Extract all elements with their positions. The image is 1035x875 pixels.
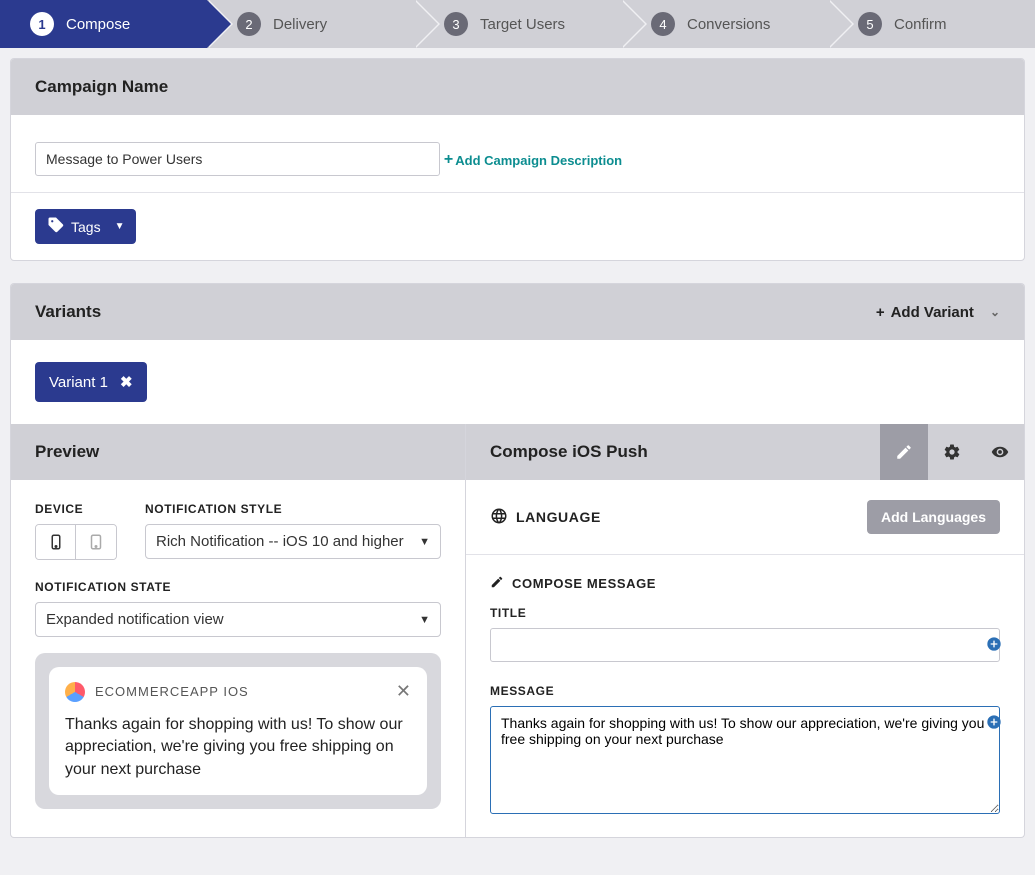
step-num: 1 <box>30 12 54 36</box>
step-num: 5 <box>858 12 882 36</box>
app-icon <box>65 682 85 702</box>
language-label: LANGUAGE <box>516 509 601 525</box>
device-tablet-option[interactable] <box>76 525 116 559</box>
add-languages-button[interactable]: Add Languages <box>867 500 1000 534</box>
step-target-users[interactable]: 3 Target Users <box>414 0 621 48</box>
device-label: DEVICE <box>35 502 117 516</box>
add-description-label: Add Campaign Description <box>455 153 622 168</box>
step-label: Confirm <box>894 16 947 33</box>
state-value: Expanded notification view <box>46 611 224 628</box>
campaign-card: Campaign Name + Add Campaign Description… <box>10 58 1025 261</box>
state-label: NOTIFICATION STATE <box>35 580 441 594</box>
step-confirm[interactable]: 5 Confirm <box>828 0 1035 48</box>
close-icon[interactable]: ✕ <box>396 681 411 702</box>
campaign-header: Campaign Name <box>11 59 1024 115</box>
chevron-down-icon: ▼ <box>419 614 430 626</box>
preview-header: Preview <box>11 424 465 480</box>
step-label: Target Users <box>480 16 565 33</box>
tags-label: Tags <box>71 219 101 235</box>
add-token-icon[interactable] <box>986 636 1002 657</box>
notification-style-select[interactable]: Rich Notification -- iOS 10 and higher ▼ <box>145 524 441 559</box>
add-description-link[interactable]: + Add Campaign Description <box>444 151 622 169</box>
tags-dropdown-button[interactable]: Tags ▼ <box>35 209 136 244</box>
step-num: 4 <box>651 12 675 36</box>
notif-app-name: ECOMMERCEAPP IOS <box>95 684 249 699</box>
preview-tab[interactable] <box>976 424 1024 480</box>
compose-title: Compose iOS Push <box>490 442 648 462</box>
variants-title: Variants <box>35 302 101 322</box>
add-variant-button[interactable]: + Add Variant ⌄ <box>876 304 1000 321</box>
device-phone-option[interactable] <box>36 525 76 559</box>
plus-icon: + <box>444 151 453 169</box>
preview-title: Preview <box>35 442 99 462</box>
message-textarea[interactable] <box>490 706 1000 814</box>
preview-column: Preview DEVICE <box>11 424 466 837</box>
device-toggle <box>35 524 117 560</box>
title-label: TITLE <box>490 606 1000 620</box>
notification-state-select[interactable]: Expanded notification view ▼ <box>35 602 441 637</box>
tag-icon <box>47 216 65 237</box>
wizard-stepper: 1 Compose 2 Delivery 3 Target Users 4 Co… <box>0 0 1035 48</box>
step-label: Conversions <box>687 16 770 33</box>
variant-chip[interactable]: Variant 1 ✖ <box>35 362 147 402</box>
notification-preview: ECOMMERCEAPP IOS ✕ Thanks again for shop… <box>35 653 441 809</box>
edit-tab[interactable] <box>880 424 928 480</box>
plus-icon: + <box>876 304 885 321</box>
compose-message-label: COMPOSE MESSAGE <box>512 576 656 591</box>
compose-header: Compose iOS Push <box>466 424 1024 480</box>
step-compose[interactable]: 1 Compose <box>0 0 207 48</box>
step-label: Compose <box>66 16 130 33</box>
globe-icon <box>490 507 508 528</box>
chevron-down-icon: ▼ <box>115 221 125 232</box>
campaign-name-input[interactable] <box>35 142 440 176</box>
step-delivery[interactable]: 2 Delivery <box>207 0 414 48</box>
close-icon[interactable]: ✖ <box>120 373 133 391</box>
edit-icon <box>490 575 504 592</box>
chevron-down-icon: ⌄ <box>990 305 1000 319</box>
notif-body-text: Thanks again for shopping with us! To sh… <box>65 714 411 781</box>
chevron-down-icon: ▼ <box>419 536 430 548</box>
add-variant-label: Add Variant <box>891 304 974 321</box>
message-label: MESSAGE <box>490 684 1000 698</box>
variants-card: Variants + Add Variant ⌄ Variant 1 ✖ <box>10 283 1025 424</box>
variants-header: Variants + Add Variant ⌄ <box>11 284 1024 340</box>
step-conversions[interactable]: 4 Conversions <box>621 0 828 48</box>
compose-column: Compose iOS Push <box>466 424 1024 837</box>
add-token-icon[interactable] <box>986 714 1002 735</box>
style-label: NOTIFICATION STYLE <box>145 502 441 516</box>
variant-chip-label: Variant 1 <box>49 374 108 391</box>
step-num: 2 <box>237 12 261 36</box>
settings-tab[interactable] <box>928 424 976 480</box>
step-label: Delivery <box>273 16 327 33</box>
preview-compose-card: Preview DEVICE <box>10 424 1025 838</box>
notification-card: ECOMMERCEAPP IOS ✕ Thanks again for shop… <box>49 667 427 795</box>
title-input[interactable] <box>490 628 1000 662</box>
style-value: Rich Notification -- iOS 10 and higher <box>156 533 404 550</box>
step-num: 3 <box>444 12 468 36</box>
